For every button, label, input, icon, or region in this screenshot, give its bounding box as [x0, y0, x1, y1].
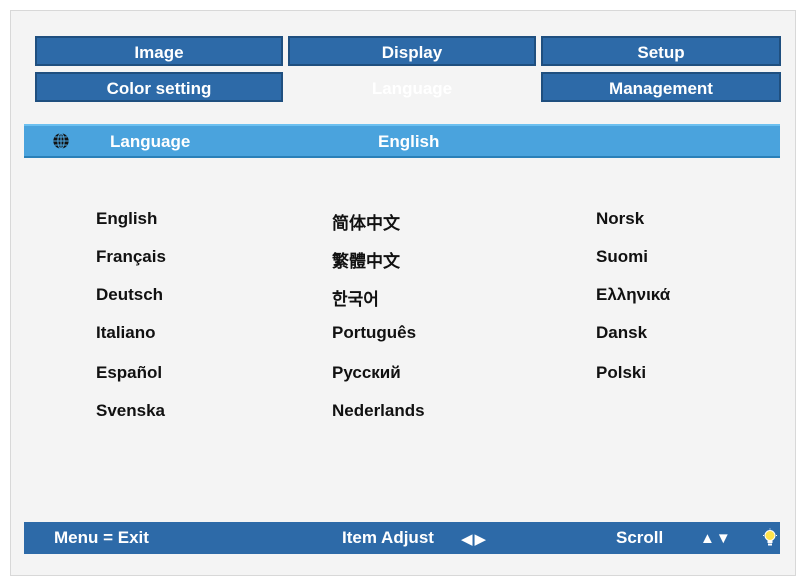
- tab-color-setting[interactable]: Color setting: [35, 72, 283, 102]
- help-bar: Menu = Exit Item Adjust ◀▶ Scroll ▲▼: [24, 522, 780, 554]
- tab-language[interactable]: Language: [288, 72, 536, 102]
- language-option-portugues[interactable]: Português: [332, 323, 416, 343]
- tab-management[interactable]: Management: [541, 72, 781, 102]
- scroll-hint: Scroll: [616, 528, 664, 547]
- language-option-espanol[interactable]: Español: [96, 363, 162, 383]
- item-adjust-hint: Item Adjust: [342, 528, 434, 547]
- language-option-suomi[interactable]: Suomi: [596, 247, 648, 267]
- globe-icon: [53, 132, 69, 150]
- tab-image[interactable]: Image: [35, 36, 283, 66]
- language-label: Language: [110, 132, 191, 151]
- language-option-traditional-chinese[interactable]: 繁體中文: [332, 247, 400, 272]
- language-option-russian[interactable]: Русский: [332, 363, 401, 383]
- language-setting-row[interactable]: Language English: [24, 124, 780, 158]
- up-down-arrows-icon: ▲▼: [700, 530, 732, 547]
- language-option-svenska[interactable]: Svenska: [96, 401, 165, 421]
- menu-exit-hint: Menu = Exit: [54, 528, 149, 547]
- language-option-dansk[interactable]: Dansk: [596, 323, 647, 343]
- language-option-deutsch[interactable]: Deutsch: [96, 285, 163, 305]
- language-option-english[interactable]: English: [96, 209, 157, 229]
- language-option-francais[interactable]: Français: [96, 247, 166, 267]
- tab-display[interactable]: Display: [288, 36, 536, 66]
- language-option-korean[interactable]: 한국어: [332, 285, 379, 310]
- left-right-arrows-icon: ◀▶: [461, 531, 489, 548]
- language-option-italiano[interactable]: Italiano: [96, 323, 156, 343]
- lightbulb-icon: [763, 528, 777, 546]
- language-value[interactable]: English: [378, 132, 439, 152]
- language-option-norsk[interactable]: Norsk: [596, 209, 644, 229]
- language-option-nederlands[interactable]: Nederlands: [332, 401, 425, 421]
- tab-setup[interactable]: Setup: [541, 36, 781, 66]
- language-option-greek[interactable]: Ελληνικά: [596, 285, 670, 305]
- language-option-polski[interactable]: Polski: [596, 363, 646, 383]
- language-option-simplified-chinese[interactable]: 简体中文: [332, 209, 400, 234]
